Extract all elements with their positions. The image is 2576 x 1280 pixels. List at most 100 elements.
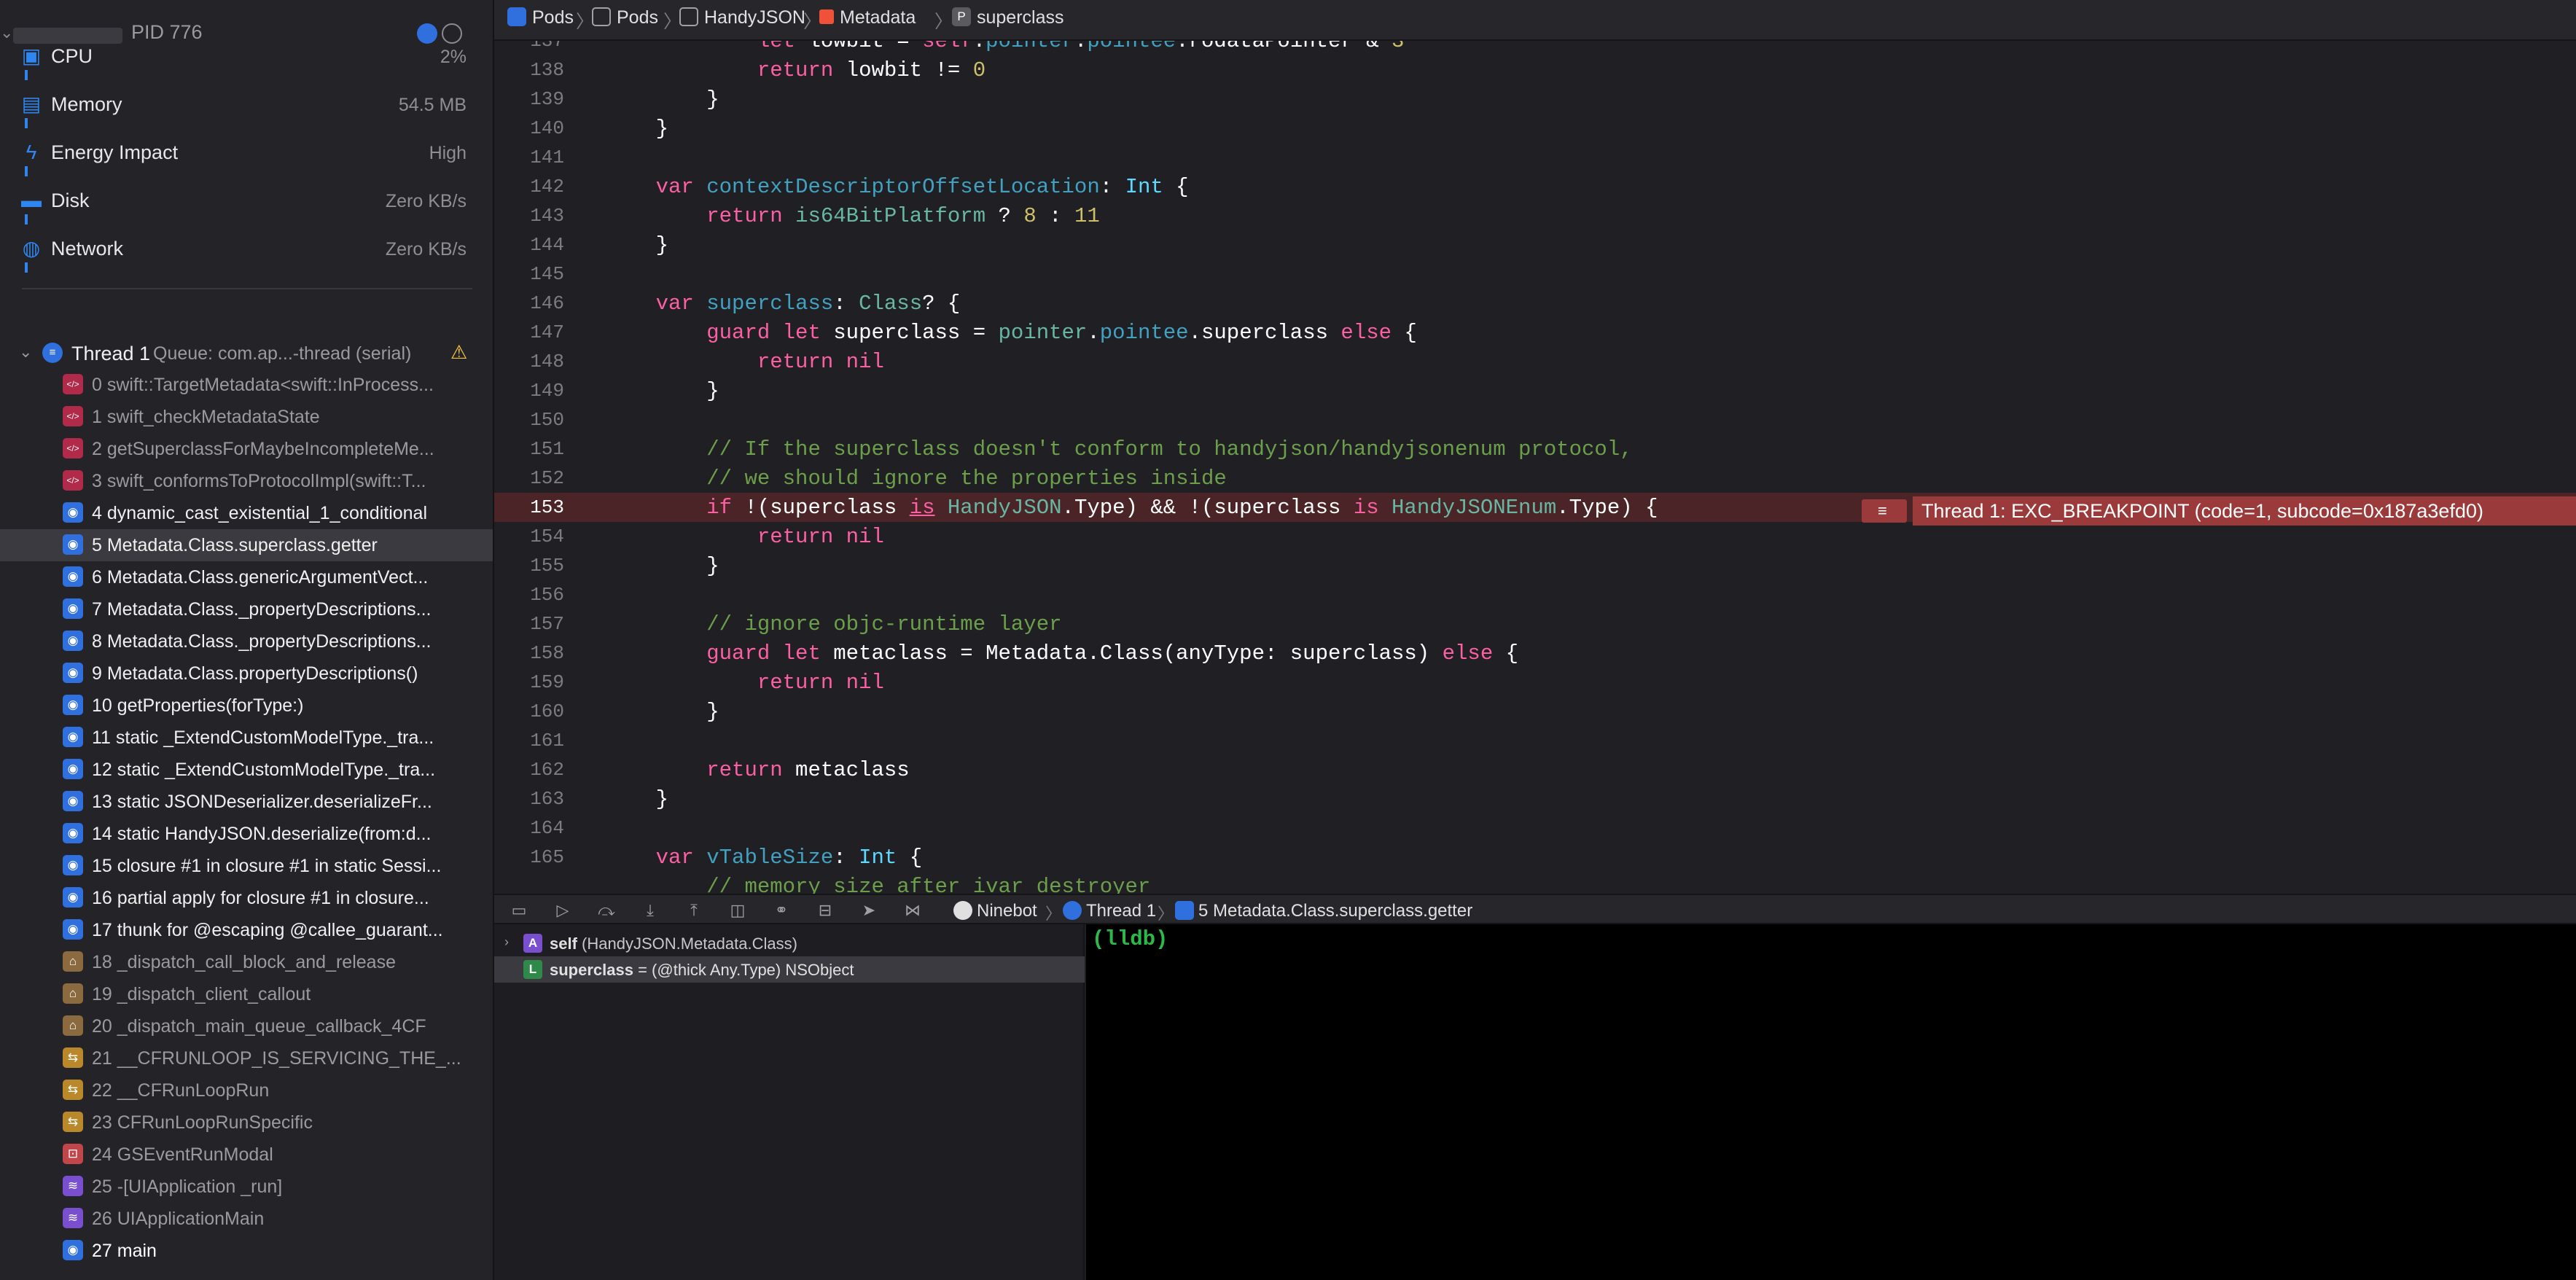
stack-frame[interactable]: ◉ 9 Metadata.Class.propertyDescriptions() — [0, 657, 493, 690]
stack-frame[interactable]: ⌂ 18 _dispatch_call_block_and_release — [0, 946, 493, 978]
stack-frame[interactable]: ⌂ 20 _dispatch_main_queue_callback_4CF — [0, 1010, 493, 1042]
stack-frame[interactable]: </> 2 getSuperclassForMaybeIncompleteMe..… — [0, 433, 493, 465]
user-frame-icon: ◉ — [63, 823, 83, 843]
breadcrumb-item-group[interactable]: HandyJSON — [679, 7, 805, 28]
metal-icon[interactable]: ⋈ — [902, 900, 923, 921]
view-hierarchy-icon[interactable]: ◫ — [727, 900, 748, 921]
breadcrumb-item-file[interactable]: Metadata — [819, 7, 916, 28]
chevron-right-icon[interactable]: › — [504, 934, 509, 950]
simulate-location-icon[interactable]: ➤ — [859, 900, 879, 921]
stack-frame[interactable]: ◉ 10 getProperties(forType:) — [0, 690, 493, 722]
environment-overrides-icon[interactable]: ⊟ — [815, 900, 835, 921]
code-line: 162 return metaclass — [530, 758, 910, 782]
breadcrumb-item-symbol[interactable]: Psuperclass — [952, 7, 1064, 28]
stack-frame[interactable]: ◉ 4 dynamic_cast_existential_1_conditiona… — [0, 497, 493, 529]
stack-frame-label: 10 getProperties(forType:) — [92, 695, 304, 716]
variable-detail: = (@thick Any.Type) NSObject — [633, 961, 854, 979]
gauge-label: Network — [51, 238, 124, 259]
lldb-console[interactable]: (lldb) — [1086, 924, 2576, 1280]
stack-frame[interactable]: ◉ 17 thunk for @escaping @callee_guarant.… — [0, 914, 493, 946]
step-out-icon[interactable]: ⤒ — [684, 900, 704, 921]
disk-icon: ▬ — [21, 189, 42, 211]
stack-frame[interactable]: ◉ 27 main — [0, 1235, 493, 1267]
continue-icon[interactable]: ▷ — [553, 900, 573, 921]
argument-badge: A — [523, 934, 542, 953]
stack-frame-label: 6 Metadata.Class.genericArgumentVect... — [92, 567, 429, 588]
gauge-network[interactable]: ◍ Network Zero KB/s — [0, 226, 493, 274]
code-editor[interactable]: 137 let lowbit = self.pointer.pointee.ro… — [494, 41, 2576, 894]
stack-frame[interactable]: ◉ 15 closure #1 in closure #1 in static S… — [0, 850, 493, 882]
user-frame-icon: ◉ — [63, 598, 83, 619]
warning-icon[interactable]: ⚠ — [450, 341, 467, 364]
code-line: 165 var vTableSize: Int { — [530, 846, 923, 870]
code-line: 156 — [530, 584, 564, 606]
debug-crumb-frame[interactable]: 5 Metadata.Class.superclass.getter — [1175, 900, 1472, 921]
gauge-cpu[interactable]: ▣ CPU 2% — [0, 34, 493, 82]
stack-frame[interactable]: </> 3 swift_conformsToProtocolImpl(swift:… — [0, 465, 493, 497]
stack-frame[interactable]: ⊡ 24 GSEventRunModal — [0, 1139, 493, 1171]
stack-frame[interactable]: ◉ 6 Metadata.Class.genericArgumentVect... — [0, 561, 493, 593]
gauge-disk[interactable]: ▬ Disk Zero KB/s — [0, 178, 493, 226]
stack-frame-label: 11 static _ExtendCustomModelType._tra... — [92, 727, 434, 748]
code-line: 139 } — [530, 87, 719, 112]
user-frame-icon: ◉ — [63, 1240, 83, 1260]
stack-frame-label: 9 Metadata.Class.propertyDescriptions() — [92, 663, 418, 684]
stack-frame-label: 8 Metadata.Class._propertyDescriptions..… — [92, 631, 432, 652]
console-prompt: (lldb) — [1092, 927, 1168, 951]
stack-frame[interactable]: ◉ 16 partial apply for closure #1 in clos… — [0, 882, 493, 914]
breadcrumb-item-folder[interactable]: Pods — [592, 7, 658, 28]
gauge-energy-impact[interactable]: ϟ Energy Impact High — [0, 130, 493, 178]
step-over-icon[interactable]: ⤼ — [596, 900, 617, 921]
lib-frame-icon: ⌂ — [63, 1015, 83, 1036]
stack-frame[interactable]: ◉ 5 Metadata.Class.superclass.getter — [0, 529, 493, 561]
debug-crumb-thread[interactable]: Thread 1 — [1063, 900, 1156, 921]
folder-icon — [679, 7, 698, 27]
folder-icon — [592, 7, 611, 27]
stack-frame[interactable]: ≋ 25 -[UIApplication _run] — [0, 1171, 493, 1203]
variable-row[interactable]: › A self (HandyJSON.Metadata.Class) — [494, 930, 1085, 956]
stack-frame[interactable]: </> 1 swift_checkMetadataState — [0, 401, 493, 433]
user-frame-icon: ◉ — [63, 759, 83, 779]
hide-debug-area-icon[interactable]: ▭ — [509, 900, 529, 921]
chevron-down-icon[interactable]: ⌄ — [19, 343, 32, 362]
code-line: 145 — [530, 263, 564, 285]
property-icon: P — [952, 7, 971, 27]
stack-frame[interactable]: ◉ 7 Metadata.Class._propertyDescriptions.… — [0, 593, 493, 625]
stack-frame[interactable]: ◉ 11 static _ExtendCustomModelType._tra..… — [0, 722, 493, 754]
thread-row[interactable]: ⌄ ≡ Thread 1 Queue: com.ap...-thread (se… — [0, 337, 493, 369]
breakpoint-annotation[interactable]: ≡ Thread 1: EXC_BREAKPOINT (code=1, subc… — [1862, 496, 2576, 526]
stack-frame[interactable]: ◉ 13 static JSONDeserializer.deserializeF… — [0, 786, 493, 818]
stack-frame[interactable]: ⇆ 21 __CFRUNLOOP_IS_SERVICING_THE_... — [0, 1042, 493, 1074]
stack-frame[interactable]: ◉ 8 Metadata.Class._propertyDescriptions.… — [0, 625, 493, 657]
gs-frame-icon: ⊡ — [63, 1144, 83, 1164]
stack-frame[interactable]: ◉ 14 static HandyJSON.deserialize(from:d.… — [0, 818, 493, 850]
variables-view[interactable]: › A self (HandyJSON.Metadata.Class) L su… — [494, 924, 1085, 1280]
thread-queue: Queue: com.ap...-thread (serial) — [153, 343, 412, 364]
stack-frame[interactable]: ≋ 26 UIApplicationMain — [0, 1203, 493, 1235]
code-line: 138 return lowbit != 0 — [530, 58, 986, 82]
code-line: 143 return is64BitPlatform ? 8 : 11 — [530, 204, 1100, 228]
stack-frame[interactable]: ⇆ 23 CFRunLoopRunSpecific — [0, 1107, 493, 1139]
breakpoint-message: Thread 1: EXC_BREAKPOINT (code=1, subcod… — [1913, 496, 2576, 526]
debug-crumb-process[interactable]: Ninebot — [953, 900, 1037, 921]
stack-frame-label: 17 thunk for @escaping @callee_guarant..… — [92, 920, 443, 940]
debug-bar: ▭ ▷ ⤼ ⤓ ⤒ ◫ ⚭ ⊟ ➤ ⋈ Ninebot 〉 Thread 1 〉… — [494, 894, 2576, 924]
code-line: 146 var superclass: Class? { — [530, 292, 961, 316]
code-line: 140 } — [530, 117, 669, 141]
gauge-memory[interactable]: ▤ Memory 54.5 MB — [0, 82, 493, 130]
code-line: 148 return nil — [530, 350, 884, 374]
gauge-value: 2% — [440, 47, 467, 67]
breadcrumb-item-project[interactable]: Pods — [507, 7, 574, 28]
stack-frame[interactable]: ⇆ 22 __CFRunLoopRun — [0, 1074, 493, 1107]
stack-frame[interactable]: ⌂ 19 _dispatch_client_callout — [0, 978, 493, 1010]
step-into-icon[interactable]: ⤓ — [640, 900, 660, 921]
gauge-sparkline — [25, 166, 28, 176]
code-line: 142 var contextDescriptorOffsetLocation:… — [530, 175, 1189, 199]
stack-frame[interactable]: ◉ 12 static _ExtendCustomModelType._tra..… — [0, 754, 493, 786]
gauge-sparkline — [25, 118, 28, 128]
memory-graph-icon[interactable]: ⚭ — [771, 900, 792, 921]
thread-icon: ≡ — [42, 343, 63, 363]
variable-row-selected[interactable]: L superclass = (@thick Any.Type) NSObjec… — [494, 956, 1085, 983]
error-annotation-icon[interactable]: ≡ — [1862, 499, 1907, 523]
stack-frame[interactable]: </> 0 swift::TargetMetadata<swift::InProc… — [0, 369, 493, 401]
